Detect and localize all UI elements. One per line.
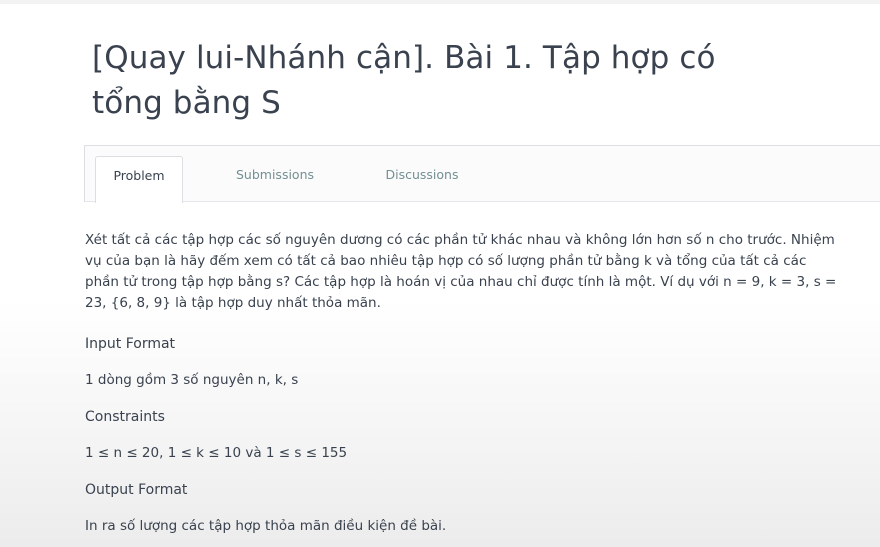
top-strip <box>0 0 880 4</box>
constraints-text: 1 ≤ n ≤ 20, 1 ≤ k ≤ 10 và 1 ≤ s ≤ 155 <box>85 445 348 461</box>
input-format-heading: Input Format <box>85 336 176 352</box>
output-format-text: In ra số lượng các tập hợp thỏa mãn điều… <box>85 518 447 534</box>
problem-description: Xét tất cả các tập hợp các số nguyên dươ… <box>85 232 837 311</box>
problem-tabs: Problem Submissions Discussions <box>84 145 880 203</box>
output-format-heading: Output Format <box>85 482 188 498</box>
page-title: [Quay lui-Nhánh cận]. Bài 1. Tập hợp có … <box>92 40 716 121</box>
tab-discussions[interactable]: Discussions <box>369 156 475 203</box>
constraints-heading: Constraints <box>85 409 165 425</box>
tab-submissions[interactable]: Submissions <box>220 156 330 203</box>
input-format-text: 1 dòng gồm 3 số nguyên n, k, s <box>85 372 299 388</box>
tab-problem[interactable]: Problem <box>95 156 183 203</box>
